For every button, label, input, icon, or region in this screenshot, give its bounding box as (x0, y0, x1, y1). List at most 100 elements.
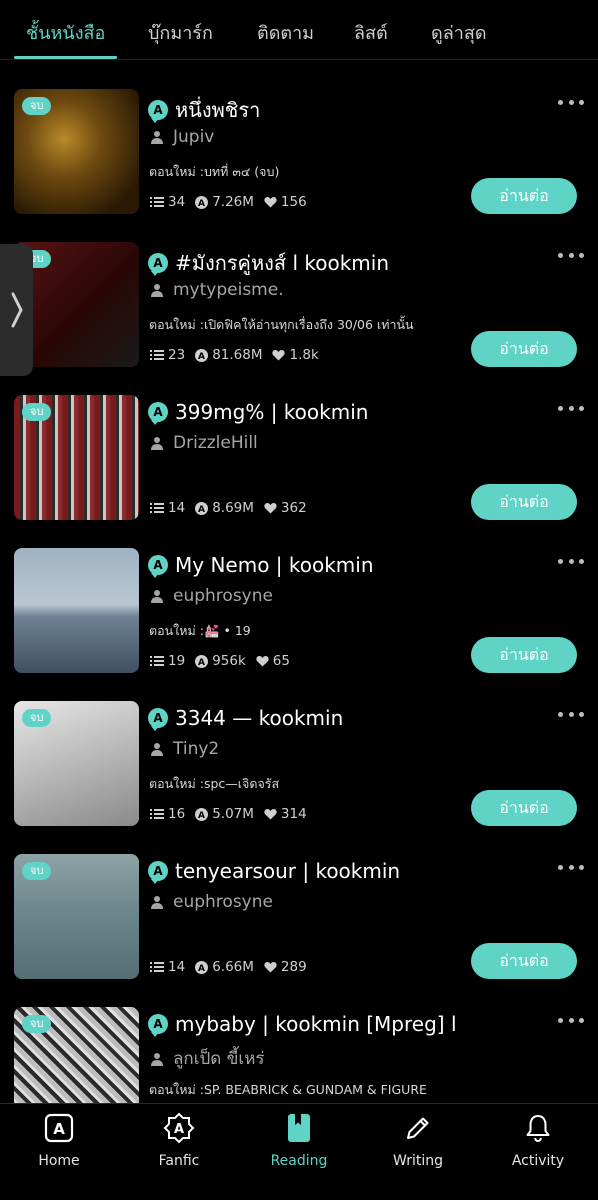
book-list-item[interactable]: จบ A #มังกรคู่หงส์ l kookmin mytypeisme.… (0, 242, 598, 395)
continue-reading-button[interactable]: อ่านต่อ (471, 331, 577, 367)
finished-badge: จบ (22, 97, 52, 115)
nav-reading[interactable]: Reading (249, 1104, 349, 1200)
book-title-row[interactable]: A 399mg% | kookmin (148, 400, 538, 425)
heart-icon (264, 197, 277, 208)
more-options-icon[interactable] (558, 707, 584, 721)
view-count: A 81.68M (195, 347, 262, 363)
top-tabs: ชั้นหนังสือ บุ๊กมาร์ก ติดตาม ลิสต์ ดูล่า… (0, 0, 598, 60)
book-title-row[interactable]: A หนึ่งพชิรา (148, 94, 538, 126)
like-count: 65 (256, 653, 290, 669)
svg-text:A: A (174, 1122, 184, 1137)
book-list-item[interactable]: จบ A หนึ่งพชิรา Jupiv ตอนใหม่ :บทที่ ๓๔ … (0, 89, 598, 242)
tab-bookmarks[interactable]: บุ๊กมาร์ก (148, 18, 213, 47)
book-title-row[interactable]: A mybaby | kookmin [Mpreg] l (148, 1012, 538, 1037)
heart-icon (256, 656, 269, 667)
view-count: A 7.26M (195, 194, 254, 210)
more-options-icon[interactable] (558, 860, 584, 874)
fanfic-a-icon: A (148, 555, 168, 578)
person-icon (151, 284, 163, 297)
tab-bookshelf[interactable]: ชั้นหนังสือ (26, 18, 105, 47)
chevron-right-icon (11, 292, 22, 328)
continue-reading-button[interactable]: อ่านต่อ (471, 484, 577, 520)
like-count: 314 (264, 806, 307, 822)
book-cover[interactable] (14, 548, 139, 673)
nav-home[interactable]: A Home (9, 1104, 109, 1200)
fanfic-a-icon: A (148, 100, 168, 123)
book-title-row[interactable]: A 3344 — kookmin (148, 706, 538, 731)
latest-chapter: ตอนใหม่ :เปิดฟิคให้อ่านทุกเรื่องถึง 30/0… (149, 317, 414, 332)
book-cover[interactable]: จบ (14, 89, 139, 214)
book-title: My Nemo | kookmin (175, 553, 374, 577)
heart-icon (264, 503, 277, 514)
author-row[interactable]: DrizzleHill (150, 433, 258, 453)
author-name: euphrosyne (173, 586, 273, 606)
nav-fanfic-label: Fanfic (158, 1153, 200, 1169)
finished-badge: จบ (22, 709, 52, 727)
continue-reading-button[interactable]: อ่านต่อ (471, 637, 577, 673)
book-list-item[interactable]: A My Nemo | kookmin euphrosyne ตอนใหม่ :… (0, 548, 598, 701)
book-title-row[interactable]: A #มังกรคู่หงส์ l kookmin (148, 247, 538, 279)
svg-text:A: A (198, 658, 205, 668)
book-stats: 14 A 8.69M 362 (150, 500, 317, 516)
more-options-icon[interactable] (558, 401, 584, 415)
book-cover[interactable]: จบ (14, 854, 139, 979)
chapter-count: 16 (150, 806, 185, 822)
latest-chapter: ตอนใหม่ :spc—เจิดจรัส (149, 776, 280, 791)
svg-text:A: A (198, 964, 205, 974)
side-drawer-handle[interactable] (0, 244, 33, 376)
list-icon (150, 962, 164, 972)
continue-reading-button[interactable]: อ่านต่อ (471, 178, 577, 214)
view-count: A 6.66M (195, 959, 254, 975)
author-row[interactable]: Tiny2 (150, 739, 219, 759)
book-title: หนึ่งพชิรา (175, 98, 261, 122)
book-list-item[interactable]: จบ A 3344 — kookmin Tiny2 ตอนใหม่ :spc—เ… (0, 701, 598, 854)
fanfic-a-icon: A (163, 1112, 195, 1144)
nav-writing[interactable]: Writing (368, 1104, 468, 1200)
fanfic-a-icon: A (148, 708, 168, 731)
author-name: Tiny2 (173, 739, 220, 759)
continue-reading-button[interactable]: อ่านต่อ (471, 943, 577, 979)
home-a-icon: A (43, 1112, 75, 1144)
author-name: euphrosyne (173, 892, 273, 912)
book-title-row[interactable]: A tenyearsour | kookmin (148, 859, 538, 884)
svg-text:A: A (198, 505, 205, 515)
author-row[interactable]: euphrosyne (150, 586, 273, 606)
book-stats: 14 A 6.66M 289 (150, 959, 317, 975)
tab-following[interactable]: ติดตาม (257, 18, 314, 47)
views-a-icon: A (195, 195, 209, 209)
book-icon (283, 1112, 315, 1144)
pencil-icon (402, 1112, 434, 1144)
nav-fanfic[interactable]: A Fanfic (129, 1104, 229, 1200)
more-options-icon[interactable] (558, 248, 584, 262)
more-options-icon[interactable] (558, 1013, 584, 1027)
author-name: mytypeisme. (173, 280, 284, 300)
more-options-icon[interactable] (558, 95, 584, 109)
author-row[interactable]: Jupiv (150, 127, 214, 147)
book-list-item[interactable]: จบ A 399mg% | kookmin DrizzleHill 14 A 8… (0, 395, 598, 548)
bottom-navigation: A Home A Fanfic Reading Writing Activity (0, 1103, 598, 1200)
nav-home-label: Home (38, 1153, 80, 1169)
svg-text:A: A (198, 352, 205, 362)
book-cover[interactable]: จบ (14, 395, 139, 520)
view-count: A 5.07M (195, 806, 254, 822)
author-row[interactable]: ลูกเป็ด ขี้เหร่ (150, 1045, 265, 1072)
continue-reading-button[interactable]: อ่านต่อ (471, 790, 577, 826)
book-list-item[interactable]: จบ A tenyearsour | kookmin euphrosyne 14… (0, 854, 598, 1007)
person-icon (151, 131, 163, 144)
book-title-row[interactable]: A My Nemo | kookmin (148, 553, 538, 578)
author-row[interactable]: euphrosyne (150, 892, 273, 912)
like-count: 1.8k (272, 347, 319, 363)
list-icon (150, 350, 164, 360)
book-cover[interactable]: จบ (14, 701, 139, 826)
latest-chapter: ตอนใหม่ :💒 • 19 (149, 623, 251, 638)
more-options-icon[interactable] (558, 554, 584, 568)
like-count: 362 (264, 500, 307, 516)
finished-badge: จบ (22, 403, 52, 421)
person-icon (151, 1052, 163, 1066)
nav-activity[interactable]: Activity (488, 1104, 588, 1200)
tab-lists[interactable]: ลิสต์ (354, 18, 388, 47)
person-icon (151, 896, 163, 909)
svg-text:A: A (53, 1120, 65, 1138)
author-row[interactable]: mytypeisme. (150, 280, 284, 300)
tab-recent[interactable]: ดูล่าสุด (431, 18, 487, 47)
